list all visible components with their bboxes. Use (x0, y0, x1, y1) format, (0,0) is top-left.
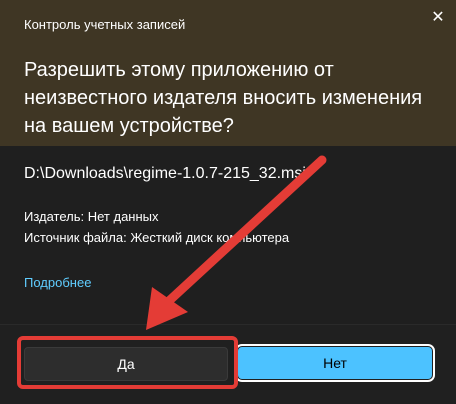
file-path: D:\Downloads\regime-1.0.7-215_32.msi (24, 165, 306, 182)
publisher-info: Издатель: Нет данных (24, 209, 159, 224)
source-info: Источник файла: Жесткий диск компьютера (24, 230, 290, 245)
permission-question: Разрешить этому приложению от неизвестно… (24, 59, 423, 137)
close-icon[interactable]: ✕ (424, 6, 452, 30)
details-link[interactable]: Подробнее (24, 275, 91, 290)
no-button[interactable]: Нет (235, 344, 435, 382)
annotation-highlight-box (17, 336, 238, 389)
window-title: Контроль учетных записей (24, 17, 186, 32)
dialog-header: Контроль учетных записей ✕ Разрешить это… (0, 0, 456, 146)
